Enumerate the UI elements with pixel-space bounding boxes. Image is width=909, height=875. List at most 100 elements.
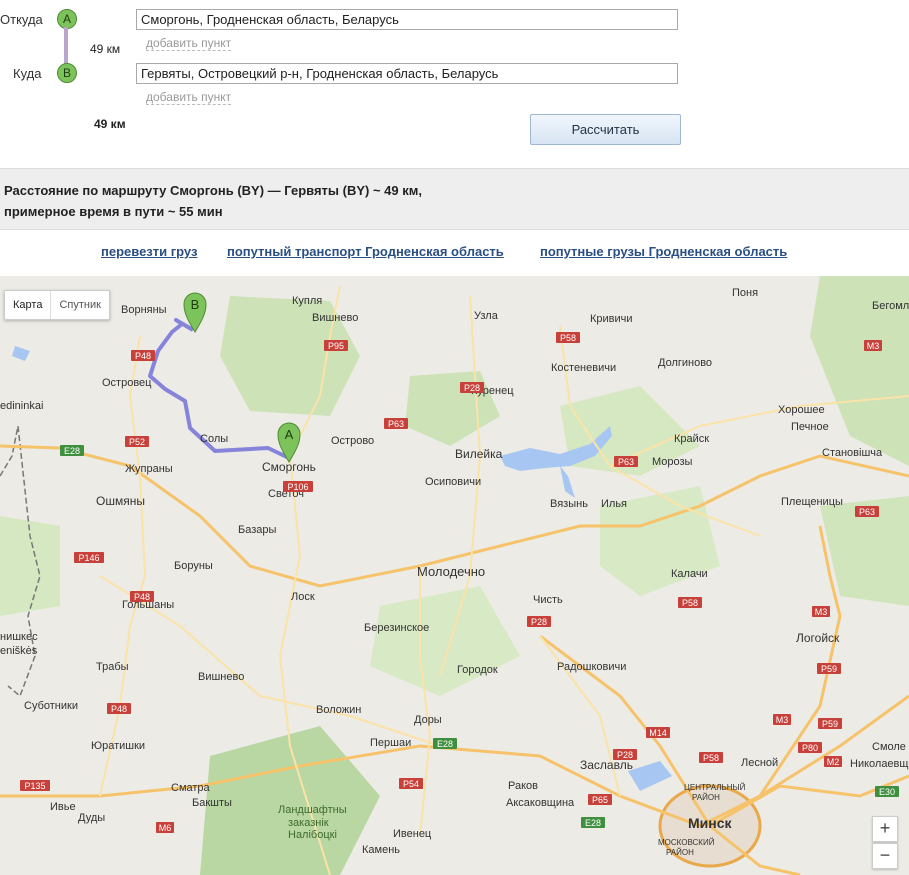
road-badge-p146: P146	[74, 552, 104, 563]
transport-link[interactable]: попутный транспорт Гродненская область	[227, 244, 504, 259]
place-label-rakov: Раков	[508, 780, 538, 792]
svg-text:E28: E28	[64, 446, 80, 456]
road-badge-p58: P58	[699, 752, 723, 763]
place-label-kupla: Купля	[292, 295, 322, 307]
svg-text:M2: M2	[827, 757, 840, 767]
road-badge-m14: M14	[646, 727, 670, 738]
place-label-vishnevo1: Вишнево	[312, 312, 358, 324]
svg-text:P65: P65	[592, 795, 608, 805]
zoom-in-button[interactable]: +	[872, 816, 898, 842]
route-form: Откуда Куда A B 49 км Сморгонь, Гродненс…	[0, 0, 909, 168]
place-label-chist: Чисть	[533, 594, 563, 606]
cargo-link[interactable]: перевезти груз	[101, 244, 197, 259]
place-label-dolginovo: Долгиново	[658, 357, 712, 369]
place-label-horoshee: Хорошее	[778, 404, 825, 416]
place-label-osipovichi: Осиповичи	[425, 476, 481, 488]
place-label-kalachi: Калачи	[671, 568, 708, 580]
place-label-raion: РАЙОН	[692, 793, 720, 802]
place-label-kamen: Камень	[362, 844, 400, 856]
place-label-smolevichi: Смоле	[872, 741, 906, 753]
place-label-sedininkai: edininkai	[0, 400, 43, 412]
road-badge-e30: E30	[875, 786, 899, 797]
place-label-bakshty: Бакшты	[192, 797, 232, 809]
svg-text:P58: P58	[703, 753, 719, 763]
road-badge-p54: P54	[399, 778, 423, 789]
svg-text:P58: P58	[682, 598, 698, 608]
place-label-smatra: Сматра	[171, 782, 211, 794]
place-label-zhuprany: Жупраны	[125, 463, 173, 475]
road-badge-m3: M3	[864, 340, 882, 351]
svg-text:P63: P63	[859, 507, 875, 517]
road-badge-m3: M3	[812, 606, 830, 617]
road-badge-p65: P65	[588, 794, 612, 805]
place-label-pershai: Першаи	[370, 737, 411, 749]
marker-a-icon: A	[57, 9, 77, 29]
total-distance: 49 км	[94, 117, 126, 131]
loads-link[interactable]: попутные грузы Гродненская область	[540, 244, 787, 259]
svg-text:P146: P146	[78, 553, 99, 563]
place-label-vyazyn: Вязынь	[550, 498, 588, 510]
zoom-out-button[interactable]: −	[872, 843, 898, 869]
road-badge-m3: M3	[773, 714, 791, 725]
place-label-kraisk: Крайск	[674, 433, 709, 445]
place-label-vorniany: Ворняны	[121, 304, 167, 316]
road-badge-p95: P95	[324, 340, 348, 351]
road-p28-south	[539, 635, 621, 797]
svg-text:P95: P95	[328, 341, 344, 351]
road-badge-p135: P135	[20, 780, 50, 791]
map-canvas[interactable]: B A Ворняны Купля Вишнево Узла Кривичи Поня Бе…	[0, 276, 909, 875]
place-label-losk: Лоск	[291, 591, 315, 603]
road-badge-m2: M2	[824, 756, 842, 767]
road-badge-m6: M6	[156, 822, 174, 833]
to-label: Куда	[13, 66, 42, 81]
svg-text:P58: P58	[560, 333, 576, 343]
svg-text:M3: M3	[776, 715, 789, 725]
svg-text:P80: P80	[802, 743, 818, 753]
place-label-minsk: Минск	[688, 815, 733, 831]
summary-line-2: примерное время в пути ~ 55 мин	[4, 204, 223, 219]
road-badge-p58: P58	[556, 332, 580, 343]
marker-a-letter: A	[285, 427, 294, 442]
svg-text:P59: P59	[821, 664, 837, 674]
road-badge-e28: E28	[581, 817, 605, 828]
road-badge-p48: P48	[130, 591, 154, 602]
marker-b-icon: B	[57, 63, 77, 83]
forest-area	[0, 516, 60, 616]
place-label-eniskes: eniškės	[0, 645, 38, 657]
add-point-link-2[interactable]: добавить пункт	[146, 91, 232, 105]
place-label-uzla: Узла	[474, 310, 499, 322]
road-badge-e28: E28	[433, 738, 457, 749]
svg-text:P28: P28	[531, 617, 547, 627]
place-label-logoisk: Логойск	[796, 631, 840, 645]
segment-distance: 49 км	[90, 42, 121, 56]
svg-text:M6: M6	[159, 823, 172, 833]
from-field[interactable]: Сморгонь, Гродненская область, Беларусь	[136, 9, 678, 30]
map-type-map-button[interactable]: Карта	[5, 291, 50, 319]
svg-text:E28: E28	[437, 739, 453, 749]
place-label-lesnoy: Лесной	[741, 757, 778, 769]
place-label-moskovsky: МОСКОВСКИЙ	[658, 838, 715, 847]
road-m3	[758, 525, 842, 797]
related-links: перевезти груз попутный транспорт Гродне…	[0, 230, 909, 276]
reservoir	[560, 466, 575, 498]
svg-text:P52: P52	[129, 437, 145, 447]
to-field[interactable]: Гервяты, Островецкий р-н, Гродненская об…	[136, 63, 678, 84]
place-labels: Ворняны Купля Вишнево Узла Кривичи Поня Бегомл…	[0, 287, 909, 857]
map-type-control: Карта Спутник	[4, 290, 110, 320]
place-label-zaslavl: Заславль	[580, 758, 633, 772]
place-label-radoshk: Радошковичи	[557, 661, 626, 673]
road-badge-p59: P59	[818, 718, 842, 729]
add-point-link-1[interactable]: добавить пункт	[146, 37, 232, 51]
forest-area	[405, 371, 500, 446]
place-label-volozhin: Воложин	[316, 704, 361, 716]
place-label-raion2: РАЙОН	[666, 848, 694, 857]
calculate-button[interactable]: Рассчитать	[530, 114, 681, 145]
place-label-ostrovets: Островец	[102, 377, 152, 389]
place-label-ilya: Илья	[601, 498, 627, 510]
map-type-satellite-button[interactable]: Спутник	[50, 291, 108, 319]
place-label-park1: Ландшафтны	[278, 804, 347, 816]
svg-text:P63: P63	[388, 419, 404, 429]
road-badge-p28: P28	[527, 616, 551, 627]
road-badge-p80: P80	[798, 742, 822, 753]
place-label-park2: заказнік	[288, 817, 329, 829]
